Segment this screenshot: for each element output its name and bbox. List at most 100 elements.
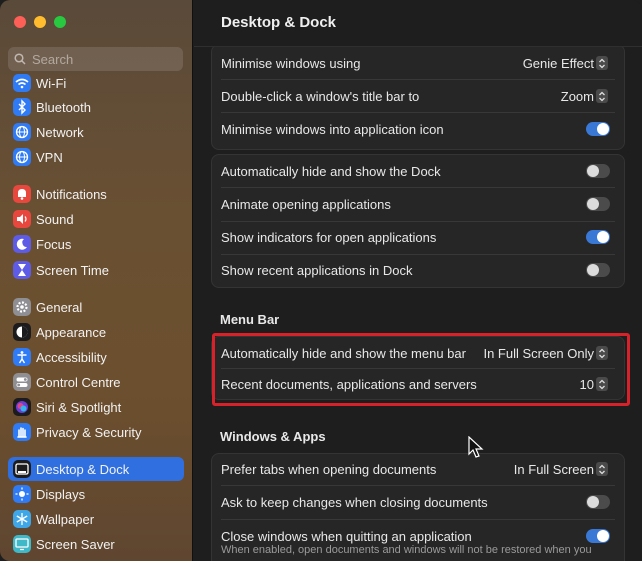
- menu-bar-group: Automatically hide and show the menu bar…: [211, 336, 625, 400]
- minimise-using-row[interactable]: Minimise windows using Genie Effect: [212, 49, 624, 77]
- speaker-icon: [13, 210, 31, 228]
- row-divider: [221, 254, 615, 255]
- sidebar-item-label: VPN: [36, 149, 63, 165]
- sidebar-item-label: Appearance: [36, 324, 107, 340]
- show-recent-toggle[interactable]: [586, 263, 610, 277]
- sidebar-item-label: Privacy & Security: [36, 424, 142, 440]
- double-click-value[interactable]: Zoom: [561, 89, 594, 104]
- sidebar-item-bluetooth[interactable]: Bluetooth: [8, 95, 184, 119]
- sidebar-item-label: Screen Saver: [36, 536, 115, 552]
- sidebar-item-label: Siri & Spotlight: [36, 399, 122, 415]
- hand-icon: [13, 423, 31, 441]
- row-divider: [221, 368, 615, 369]
- close-windows-label: Close windows when quitting an applicati…: [221, 528, 472, 544]
- sidebar-item-screen-saver[interactable]: Screen Saver: [8, 532, 184, 556]
- sidebar-item-screen-time[interactable]: Screen Time: [8, 258, 184, 282]
- sidebar-item-label: Notifications: [36, 186, 107, 202]
- recent-documents-row[interactable]: Recent documents, applications and serve…: [212, 370, 624, 398]
- windows-apps-group: Prefer tabs when opening documents In Fu…: [211, 453, 625, 561]
- minimise-into-icon-row: Minimise windows into application icon: [212, 115, 624, 143]
- popup-chevron-icon[interactable]: [596, 377, 608, 391]
- prefer-tabs-label: Prefer tabs when opening documents: [221, 461, 437, 477]
- bluetooth-icon: [13, 98, 31, 116]
- wifi-icon: [13, 74, 31, 92]
- row-divider: [221, 79, 615, 80]
- popup-chevron-icon[interactable]: [596, 346, 608, 360]
- sidebar-item-displays[interactable]: Displays: [8, 482, 184, 506]
- ask-keep-changes-label: Ask to keep changes when closing documen…: [221, 494, 488, 510]
- zoom-window-button[interactable]: [54, 16, 66, 28]
- close-windows-toggle[interactable]: [586, 529, 610, 543]
- sidebar-item-wallpaper[interactable]: Wallpaper: [8, 507, 184, 531]
- minimise-into-icon-label: Minimise windows into application icon: [221, 121, 444, 137]
- search-field[interactable]: Search: [8, 47, 183, 71]
- toggle-knob: [587, 264, 599, 276]
- sidebar-item-wi-fi[interactable]: Wi-Fi: [8, 71, 184, 95]
- minimize-window-button[interactable]: [34, 16, 46, 28]
- show-indicators-toggle[interactable]: [586, 230, 610, 244]
- toggle-knob: [587, 198, 599, 210]
- sidebar-item-label: Sound: [36, 211, 74, 227]
- prefer-tabs-row[interactable]: Prefer tabs when opening documents In Fu…: [212, 455, 624, 483]
- popup-chevron-icon[interactable]: [596, 56, 608, 70]
- sidebar-item-label: Focus: [36, 236, 72, 252]
- show-recent-label: Show recent applications in Dock: [221, 262, 413, 278]
- sidebar-item-label: General: [36, 299, 83, 315]
- sidebar-item-vpn[interactable]: VPN: [8, 145, 184, 169]
- sidebar-item-label: Accessibility: [36, 349, 107, 365]
- toggles-icon: [13, 373, 31, 391]
- sidebar-item-privacy-security[interactable]: Privacy & Security: [8, 420, 184, 444]
- close-window-button[interactable]: [14, 16, 26, 28]
- snowflake-icon: [13, 510, 31, 528]
- double-click-row[interactable]: Double-click a window's title bar to Zoo…: [212, 82, 624, 110]
- gear-icon: [13, 298, 31, 316]
- sidebar-item-general[interactable]: General: [8, 295, 184, 319]
- minimise-into-icon-toggle[interactable]: [586, 122, 610, 136]
- siri-icon: [13, 398, 31, 416]
- windows-apps-section-title: Windows & Apps: [220, 429, 326, 444]
- popup-chevron-icon[interactable]: [596, 89, 608, 103]
- sidebar-item-control-centre[interactable]: Control Centre: [8, 370, 184, 394]
- sidebar-item-focus[interactable]: Focus: [8, 232, 184, 256]
- appearance-icon: [13, 323, 31, 341]
- vpn-globe-icon: [13, 148, 31, 166]
- sidebar-item-label: Network: [36, 124, 84, 140]
- mouse-pointer-icon: [468, 436, 484, 458]
- toggle-knob: [597, 530, 609, 542]
- sidebar-item-siri-spotlight[interactable]: Siri & Spotlight: [8, 395, 184, 419]
- sun-icon: [13, 485, 31, 503]
- search-placeholder: Search: [32, 51, 74, 67]
- close-windows-description: When enabled, open documents and windows…: [221, 544, 592, 556]
- minimise-using-value[interactable]: Genie Effect: [523, 56, 594, 71]
- bell-icon: [13, 185, 31, 203]
- sidebar-item-appearance[interactable]: Appearance: [8, 320, 184, 344]
- recent-documents-value[interactable]: 10: [580, 377, 594, 392]
- ask-keep-changes-toggle[interactable]: [586, 495, 610, 509]
- sidebar-item-accessibility[interactable]: Accessibility: [8, 345, 184, 369]
- auto-hide-dock-toggle[interactable]: [586, 164, 610, 178]
- sidebar-item-desktop-dock[interactable]: Desktop & Dock: [8, 457, 184, 481]
- animate-opening-toggle[interactable]: [586, 197, 610, 211]
- toggle-knob: [597, 123, 609, 135]
- accessibility-icon: [13, 348, 31, 366]
- sidebar-item-label: Screen Time: [36, 262, 109, 278]
- row-divider: [221, 112, 615, 113]
- sidebar-item-label: Desktop & Dock: [36, 461, 130, 477]
- sidebar-item-notifications[interactable]: Notifications: [8, 182, 184, 206]
- search-icon: [14, 53, 26, 65]
- sidebar-item-sound[interactable]: Sound: [8, 207, 184, 231]
- menu-bar-auto-hide-value[interactable]: In Full Screen Only: [483, 346, 594, 361]
- page-title: Desktop & Dock: [221, 14, 337, 31]
- menu-bar-auto-hide-row[interactable]: Automatically hide and show the menu bar…: [212, 339, 624, 367]
- show-indicators-label: Show indicators for open applications: [221, 229, 437, 245]
- system-settings-window: Search Wi-Fi Bluetooth Network VPN Notificat…: [0, 0, 642, 561]
- menu-bar-auto-hide-label: Automatically hide and show the menu bar: [221, 345, 466, 361]
- recent-documents-label: Recent documents, applications and serve…: [221, 376, 477, 392]
- globe-icon: [13, 123, 31, 141]
- sidebar-item-network[interactable]: Network: [8, 120, 184, 144]
- prefer-tabs-value[interactable]: In Full Screen: [514, 462, 594, 477]
- sidebar-item-label: Displays: [36, 486, 86, 502]
- row-divider: [221, 485, 615, 486]
- show-recent-row: Show recent applications in Dock: [212, 256, 624, 284]
- popup-chevron-icon[interactable]: [596, 462, 608, 476]
